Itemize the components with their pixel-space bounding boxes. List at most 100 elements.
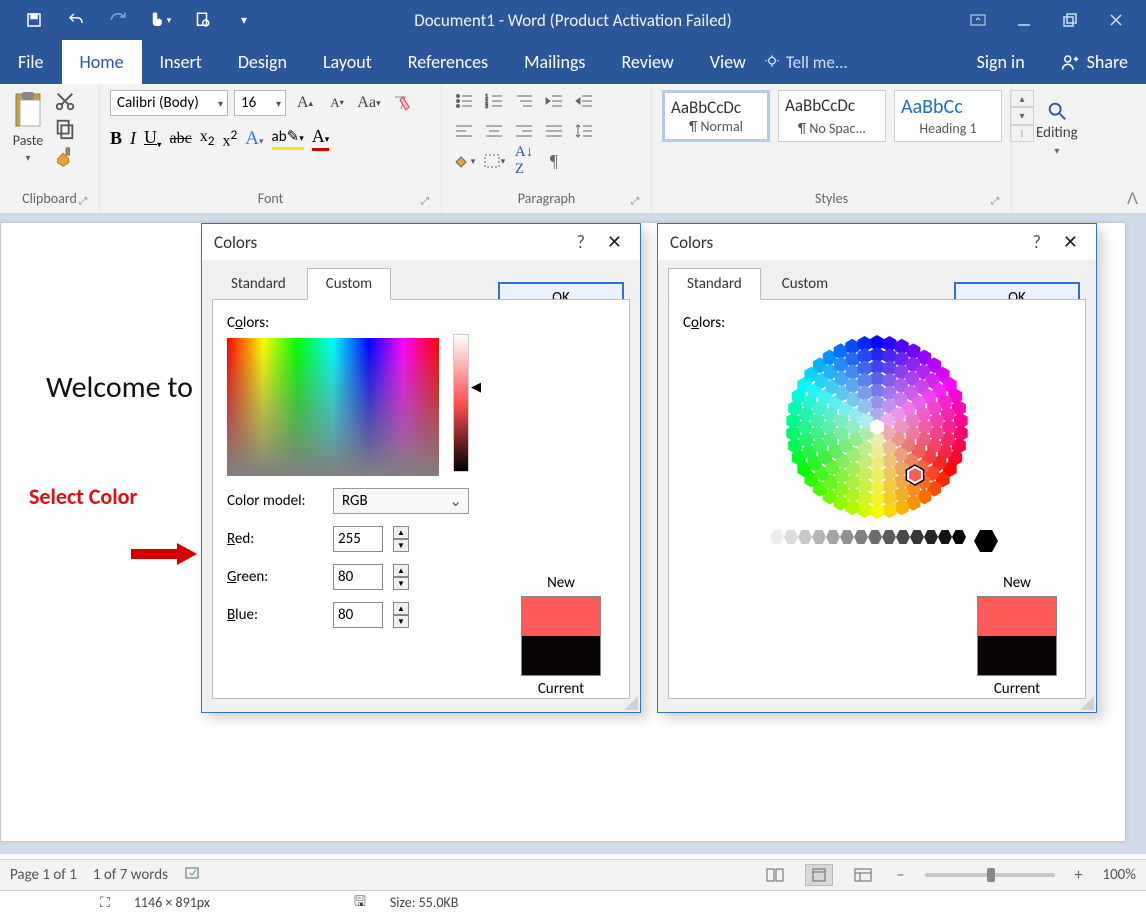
save-icon[interactable]	[22, 8, 46, 32]
red-spin-down[interactable]: ▼	[393, 539, 409, 552]
document-page[interactable]: Welcome to Select Color Colors ? ✕ Stand…	[0, 222, 1126, 842]
undo-icon[interactable]	[64, 8, 88, 32]
blue-spin-up[interactable]: ▲	[393, 602, 409, 615]
tab-standard[interactable]: Standard	[212, 268, 305, 300]
strikethrough-button[interactable]: abc	[170, 130, 192, 148]
font-color-button[interactable]: A▾	[312, 126, 330, 151]
dialog-help-icon[interactable]: ?	[1017, 231, 1057, 253]
styles-dialog-launcher-icon[interactable]: ⤢	[991, 194, 999, 207]
zoom-in-icon[interactable]: +	[1071, 866, 1087, 885]
grayscale-row[interactable]	[683, 530, 1071, 552]
align-left-icon[interactable]	[452, 120, 476, 142]
tab-standard[interactable]: Standard	[668, 268, 761, 300]
spellcheck-icon[interactable]	[184, 865, 202, 886]
tab-layout[interactable]: Layout	[305, 40, 390, 84]
bold-button[interactable]: B	[110, 128, 122, 149]
lightness-slider[interactable]	[453, 334, 469, 472]
redo-icon[interactable]	[106, 8, 130, 32]
tab-file[interactable]: File	[0, 40, 62, 84]
resize-grip-icon[interactable]	[624, 696, 638, 710]
green-input[interactable]: 80	[333, 564, 383, 590]
dialog-close-icon[interactable]: ✕	[601, 231, 628, 253]
standard-color-hexagon[interactable]	[767, 332, 987, 522]
superscript-button[interactable]: x2	[223, 126, 238, 150]
zoom-level[interactable]: 100%	[1102, 866, 1136, 884]
tab-review[interactable]: Review	[603, 40, 691, 84]
subscript-button[interactable]: x2	[200, 128, 215, 149]
status-word-count[interactable]: 1 of 7 words	[93, 866, 168, 884]
text-effects-icon[interactable]: A▾	[245, 128, 263, 150]
ribbon-display-icon[interactable]	[968, 10, 988, 30]
editing-button[interactable]: Editing ▾	[1022, 90, 1092, 167]
dialog-help-icon[interactable]: ?	[561, 231, 601, 253]
tab-view[interactable]: View	[692, 40, 764, 84]
touch-mode-icon[interactable]: ▾	[148, 8, 172, 32]
print-layout-icon[interactable]	[805, 864, 833, 886]
blue-spin-down[interactable]: ▼	[393, 615, 409, 628]
collapse-ribbon-icon[interactable]: ᐱ	[1127, 189, 1138, 209]
zoom-out-icon[interactable]: −	[893, 866, 909, 885]
paste-button[interactable]: Paste ▾	[10, 90, 46, 164]
align-center-icon[interactable]	[482, 120, 506, 142]
increase-indent-icon[interactable]	[572, 90, 596, 112]
color-model-dropdown[interactable]: RGB	[333, 488, 469, 514]
change-case-icon[interactable]: Aa▾	[356, 90, 382, 116]
underline-button[interactable]: U▾	[144, 127, 162, 151]
minimize-icon[interactable]	[1014, 10, 1034, 30]
tell-me-search[interactable]: Tell me...	[764, 40, 848, 84]
resize-grip-icon[interactable]	[1080, 696, 1094, 710]
green-spin-up[interactable]: ▲	[393, 564, 409, 577]
align-right-icon[interactable]	[512, 120, 536, 142]
tab-mailings[interactable]: Mailings	[506, 40, 603, 84]
status-page[interactable]: Page 1 of 1	[10, 866, 77, 884]
tab-custom[interactable]: Custom	[763, 268, 847, 300]
web-layout-icon[interactable]	[849, 864, 877, 886]
copy-icon[interactable]	[54, 118, 76, 140]
shading-icon[interactable]: ▾	[452, 150, 476, 172]
sort-icon[interactable]: A↓Z	[512, 150, 536, 172]
style-no-spacing[interactable]: AaBbCcDc ¶ No Spac...	[778, 90, 886, 142]
tab-design[interactable]: Design	[220, 40, 305, 84]
read-mode-icon[interactable]	[761, 864, 789, 886]
style-normal[interactable]: AaBbCcDc ¶ Normal	[662, 90, 770, 142]
dialog-close-icon[interactable]: ✕	[1057, 231, 1084, 253]
justify-icon[interactable]	[542, 120, 566, 142]
numbering-icon[interactable]: 123	[482, 90, 506, 112]
font-family-dropdown[interactable]: Calibri (Body)	[110, 90, 228, 116]
line-spacing-icon[interactable]	[572, 120, 596, 142]
zoom-slider[interactable]	[925, 873, 1055, 877]
bullets-icon[interactable]	[452, 90, 476, 112]
red-spin-up[interactable]: ▲	[393, 526, 409, 539]
sign-in-button[interactable]: Sign in	[959, 40, 1043, 84]
grow-font-icon[interactable]: A▴	[292, 90, 318, 116]
show-formatting-icon[interactable]: ¶	[542, 150, 566, 172]
shrink-font-icon[interactable]: A▾	[324, 90, 350, 116]
custom-color-gradient[interactable]	[227, 338, 439, 476]
tab-insert[interactable]: Insert	[142, 40, 220, 84]
red-input[interactable]: 255	[333, 526, 383, 552]
style-heading-1[interactable]: AaBbCc Heading 1	[894, 90, 1002, 142]
green-spin-down[interactable]: ▼	[393, 577, 409, 590]
share-button[interactable]: Share	[1043, 40, 1146, 84]
multilevel-list-icon[interactable]	[512, 90, 536, 112]
italic-button[interactable]: I	[130, 128, 136, 149]
highlight-button[interactable]: ab✎▾	[272, 127, 304, 150]
cut-icon[interactable]	[54, 90, 76, 112]
tab-home[interactable]: Home	[62, 40, 142, 84]
font-dialog-launcher-icon[interactable]: ⤢	[421, 194, 429, 207]
format-painter-icon[interactable]	[54, 146, 76, 168]
font-size-dropdown[interactable]: 16	[234, 90, 286, 116]
borders-icon[interactable]: ▾	[482, 150, 506, 172]
blue-input[interactable]: 80	[333, 602, 383, 628]
qat-customize-icon[interactable]: ▾	[232, 8, 256, 32]
decrease-indent-icon[interactable]	[542, 90, 566, 112]
tab-custom[interactable]: Custom	[307, 268, 391, 300]
restore-icon[interactable]	[1060, 10, 1080, 30]
black-hex-icon[interactable]	[974, 530, 998, 552]
clear-formatting-icon[interactable]	[388, 90, 414, 116]
close-icon[interactable]	[1106, 10, 1126, 30]
tab-references[interactable]: References	[390, 40, 506, 84]
paragraph-dialog-launcher-icon[interactable]: ⤢	[631, 194, 639, 207]
clipboard-dialog-launcher-icon[interactable]: ⤢	[79, 194, 87, 207]
print-preview-icon[interactable]	[190, 8, 214, 32]
